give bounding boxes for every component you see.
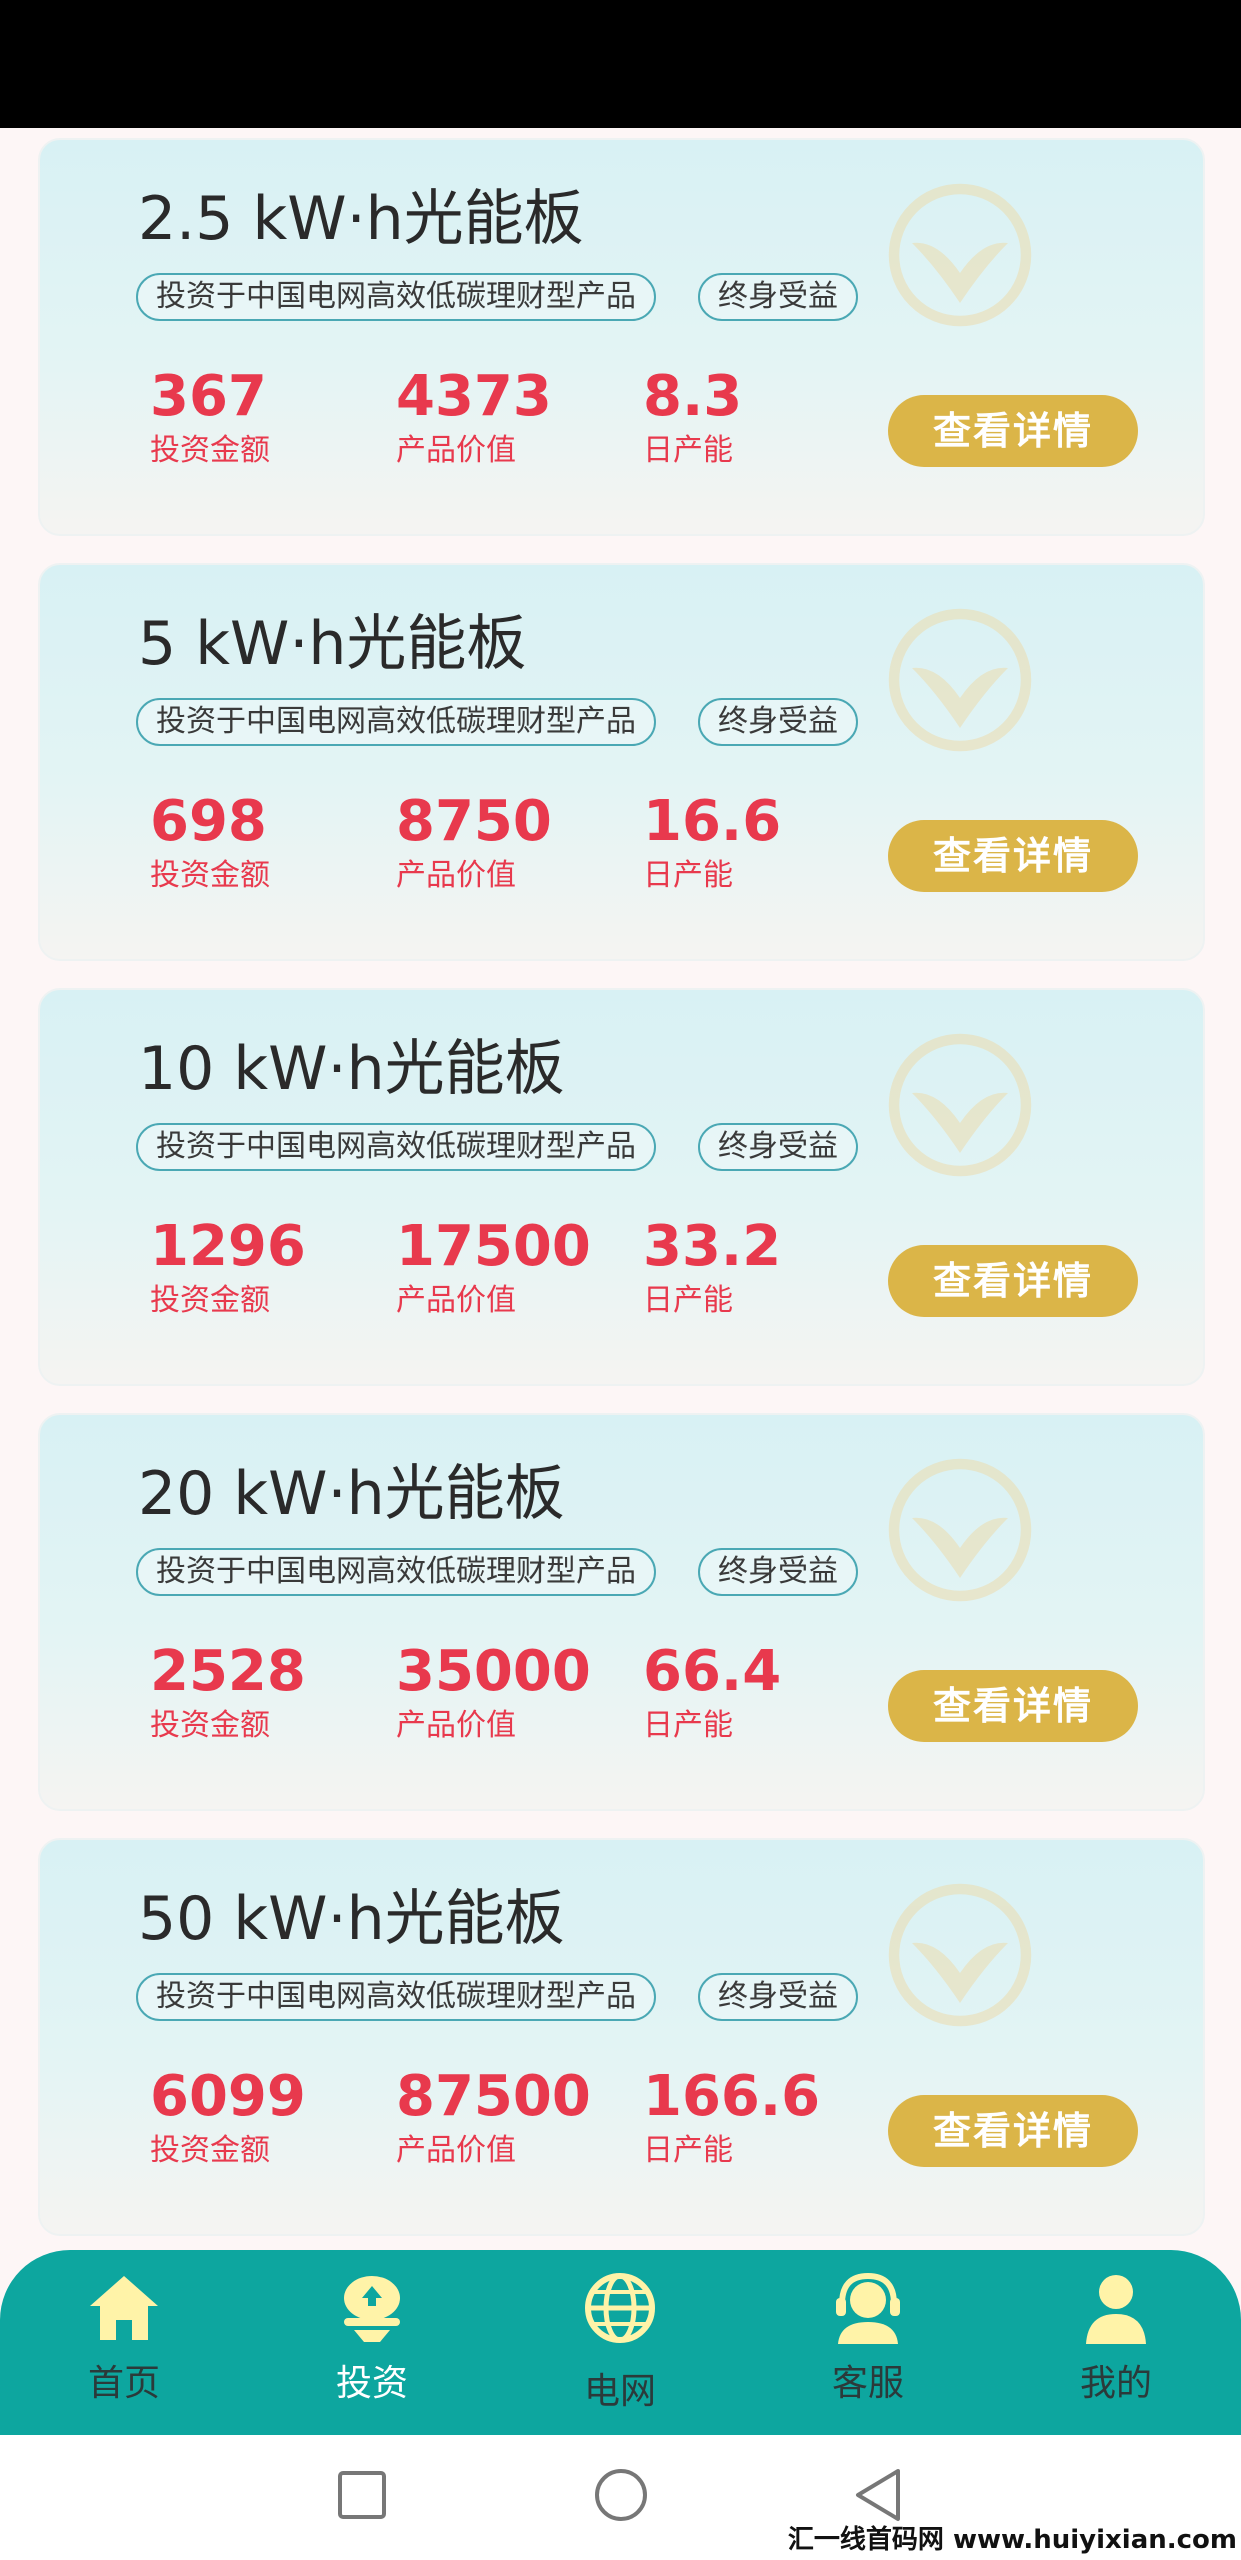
stat-investment-amount: 698 投资金额 (150, 790, 270, 896)
bottom-tab-bar: 首页 投资 电网 客服 我的 (0, 2250, 1241, 2435)
tab-invest[interactable]: 投资 (292, 2268, 452, 2406)
logo-watermark-icon (888, 183, 1032, 327)
product-value-label: 产品价值 (396, 1708, 516, 1743)
product-value: 4373 (396, 364, 552, 429)
stat-investment-amount: 6099 投资金额 (150, 2065, 306, 2171)
amount-label: 投资金额 (150, 433, 270, 468)
daily-output-value: 33.2 (643, 1214, 782, 1279)
globe-icon (585, 2273, 655, 2343)
tab-service-label: 客服 (831, 2363, 904, 2404)
tab-grid-label: 电网 (583, 2371, 656, 2412)
amount-label: 投资金额 (150, 858, 270, 893)
tag-investment-type: 投资于中国电网高效低碳理财型产品 (136, 698, 656, 746)
tag-investment-type: 投资于中国电网高效低碳理财型产品 (136, 1548, 656, 1596)
tab-grid[interactable]: 电网 (540, 2268, 700, 2414)
product-card: 5 kW·h光能板 投资于中国电网高效低碳理财型产品 终身受益 698 投资金额… (38, 563, 1205, 961)
daily-output-label: 日产能 (643, 858, 733, 893)
product-card: 50 kW·h光能板 投资于中国电网高效低碳理财型产品 终身受益 6099 投资… (38, 1838, 1205, 2236)
amount-label: 投资金额 (150, 1283, 270, 1318)
product-value-label: 产品价值 (396, 433, 516, 468)
circle-icon[interactable] (591, 2465, 651, 2525)
stat-investment-amount: 1296 投资金额 (150, 1215, 306, 1321)
logo-watermark-icon (888, 1458, 1032, 1602)
view-details-button[interactable]: 查看详情 (888, 1245, 1138, 1317)
daily-output-label: 日产能 (643, 2133, 733, 2168)
product-value: 17500 (396, 1214, 591, 1279)
tab-mine[interactable]: 我的 (1036, 2268, 1196, 2406)
stat-investment-amount: 367 投资金额 (150, 365, 270, 471)
daily-output-label: 日产能 (643, 1283, 733, 1318)
tab-home-label: 首页 (87, 2363, 160, 2404)
stat-daily-output: 33.2 日产能 (643, 1215, 781, 1321)
view-details-button[interactable]: 查看详情 (888, 2095, 1138, 2167)
amount-value: 6099 (150, 2064, 306, 2129)
logo-watermark-icon (888, 608, 1032, 752)
stat-daily-output: 166.6 日产能 (643, 2065, 820, 2171)
daily-output-value: 16.6 (643, 789, 782, 854)
system-nav-bar: 汇一线首码网 www.huiyixian.com (0, 2435, 1241, 2560)
headset-icon (836, 2272, 900, 2344)
stat-product-value: 35000 产品价值 (396, 1640, 591, 1746)
stat-daily-output: 66.4 日产能 (643, 1640, 781, 1746)
square-icon[interactable] (332, 2465, 392, 2525)
user-icon (1086, 2275, 1146, 2344)
footer-watermark: 汇一线首码网 www.huiyixian.com (787, 2525, 1237, 2555)
stat-product-value: 87500 产品价值 (396, 2065, 591, 2171)
tab-home[interactable]: 首页 (44, 2268, 204, 2406)
tag-lifetime-benefit: 终身受益 (698, 698, 858, 746)
product-value: 8750 (396, 789, 552, 854)
product-card: 20 kW·h光能板 投资于中国电网高效低碳理财型产品 终身受益 2528 投资… (38, 1413, 1205, 1811)
product-title: 50 kW·h光能板 (138, 1884, 565, 1954)
product-value-label: 产品价值 (396, 858, 516, 893)
tag-investment-type: 投资于中国电网高效低碳理财型产品 (136, 273, 656, 321)
tag-lifetime-benefit: 终身受益 (698, 1548, 858, 1596)
view-details-button[interactable]: 查看详情 (888, 1670, 1138, 1742)
tag-lifetime-benefit: 终身受益 (698, 1123, 858, 1171)
tag-investment-type: 投资于中国电网高效低碳理财型产品 (136, 1123, 656, 1171)
stat-investment-amount: 2528 投资金额 (150, 1640, 306, 1746)
logo-watermark-icon (888, 1033, 1032, 1177)
stat-daily-output: 16.6 日产能 (643, 790, 781, 896)
product-card: 10 kW·h光能板 投资于中国电网高效低碳理财型产品 终身受益 1296 投资… (38, 988, 1205, 1386)
tag-investment-type: 投资于中国电网高效低碳理财型产品 (136, 1973, 656, 2021)
view-details-button[interactable]: 查看详情 (888, 395, 1138, 467)
product-title: 20 kW·h光能板 (138, 1459, 565, 1529)
amount-value: 2528 (150, 1639, 306, 1704)
amount-value: 367 (150, 364, 267, 429)
product-value: 35000 (396, 1639, 591, 1704)
logo-watermark-icon (888, 1883, 1032, 2027)
back-triangle-icon[interactable] (848, 2465, 908, 2525)
status-bar (0, 0, 1241, 128)
product-title: 10 kW·h光能板 (138, 1034, 565, 1104)
daily-output-value: 8.3 (643, 364, 743, 429)
stat-daily-output: 8.3 日产能 (643, 365, 742, 471)
tag-lifetime-benefit: 终身受益 (698, 273, 858, 321)
amount-value: 1296 (150, 1214, 306, 1279)
amount-label: 投资金额 (150, 1708, 270, 1743)
daily-output-value: 66.4 (643, 1639, 782, 1704)
tab-invest-label: 投资 (335, 2363, 408, 2404)
product-value: 87500 (396, 2064, 591, 2129)
amount-value: 698 (150, 789, 267, 854)
daily-output-label: 日产能 (643, 433, 733, 468)
invest-icon (344, 2276, 400, 2342)
product-card: 2.5 kW·h光能板 投资于中国电网高效低碳理财型产品 终身受益 367 投资… (38, 138, 1205, 536)
product-value-label: 产品价值 (396, 2133, 516, 2168)
tab-mine-label: 我的 (1079, 2363, 1152, 2404)
tab-service[interactable]: 客服 (788, 2268, 948, 2406)
stat-product-value: 17500 产品价值 (396, 1215, 591, 1321)
stat-product-value: 8750 产品价值 (396, 790, 552, 896)
home-icon (90, 2276, 158, 2340)
product-value-label: 产品价值 (396, 1283, 516, 1318)
stat-product-value: 4373 产品价值 (396, 365, 552, 471)
product-title: 2.5 kW·h光能板 (138, 184, 584, 254)
tag-lifetime-benefit: 终身受益 (698, 1973, 858, 2021)
product-title: 5 kW·h光能板 (138, 609, 527, 679)
daily-output-value: 166.6 (643, 2064, 821, 2129)
view-details-button[interactable]: 查看详情 (888, 820, 1138, 892)
daily-output-label: 日产能 (643, 1708, 733, 1743)
amount-label: 投资金额 (150, 2133, 270, 2168)
